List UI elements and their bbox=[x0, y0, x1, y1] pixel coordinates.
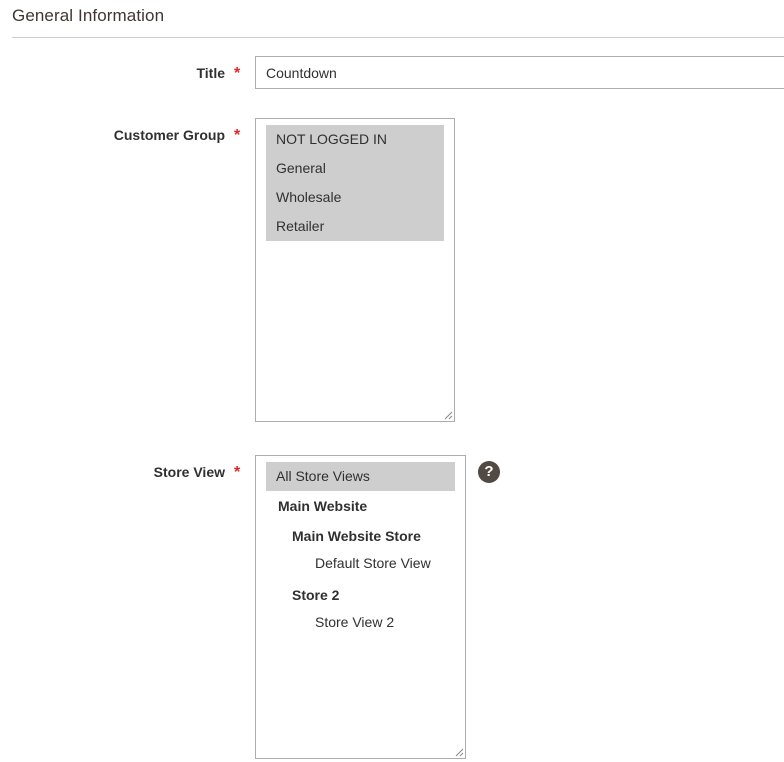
store-view-option[interactable]: Default Store View bbox=[266, 551, 455, 576]
customer-group-option[interactable]: NOT LOGGED IN bbox=[266, 125, 444, 154]
customer-group-option[interactable]: General bbox=[266, 154, 444, 183]
section-title: General Information bbox=[12, 6, 165, 25]
section-divider bbox=[12, 37, 784, 38]
customer-group-option[interactable]: Wholesale bbox=[266, 183, 444, 212]
store-view-required-mark: * bbox=[234, 464, 241, 481]
store-view-store-group: Store 2 bbox=[292, 587, 340, 603]
store-view-label: Store View bbox=[153, 464, 225, 480]
store-view-option-all[interactable]: All Store Views bbox=[266, 462, 455, 491]
title-required-mark: * bbox=[234, 65, 241, 82]
resize-grip-icon[interactable] bbox=[455, 748, 464, 757]
store-view-website-group: Main Website bbox=[278, 498, 368, 514]
resize-grip-icon[interactable] bbox=[444, 411, 453, 420]
title-label: Title bbox=[196, 65, 225, 81]
title-input[interactable] bbox=[255, 56, 784, 89]
store-view-store-group: Main Website Store bbox=[292, 528, 421, 544]
customer-group-multiselect[interactable]: NOT LOGGED IN General Wholesale Retailer bbox=[255, 118, 455, 422]
store-view-option[interactable]: Store View 2 bbox=[266, 610, 455, 635]
customer-group-label: Customer Group bbox=[113, 127, 225, 143]
store-view-multiselect[interactable]: All Store Views Main Website Main Websit… bbox=[255, 455, 466, 759]
customer-group-option[interactable]: Retailer bbox=[266, 212, 444, 241]
customer-group-required-mark: * bbox=[234, 127, 241, 144]
help-icon[interactable]: ? bbox=[478, 461, 500, 483]
